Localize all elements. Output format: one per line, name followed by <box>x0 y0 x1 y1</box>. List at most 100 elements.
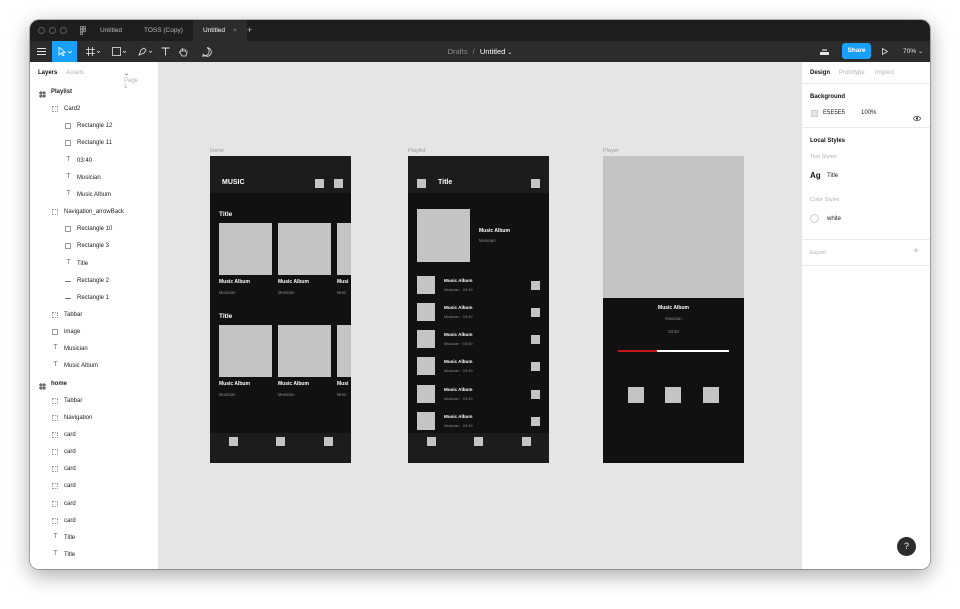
layer-item[interactable]: Navigation <box>30 410 158 427</box>
arrow-back-icon-placeholder[interactable] <box>417 179 426 188</box>
chevron-down-icon[interactable]: ⌄ <box>507 50 512 56</box>
background-swatch[interactable] <box>811 110 818 117</box>
layer-item[interactable]: Rectangle 11 <box>30 135 158 152</box>
layer-item[interactable]: Card2 <box>30 101 158 118</box>
track-more-icon-placeholder[interactable] <box>531 281 540 290</box>
comment-tool-icon[interactable] <box>200 41 214 62</box>
card-image[interactable] <box>337 325 351 377</box>
player-frame[interactable]: Music Album Musician 03:40 <box>603 156 744 463</box>
tab-layers[interactable]: Layers <box>38 70 57 76</box>
maximize-window-icon[interactable] <box>60 27 67 34</box>
tabbar-icon-placeholder[interactable] <box>276 437 285 446</box>
minimize-window-icon[interactable] <box>49 27 56 34</box>
background-opacity[interactable]: 100% <box>861 110 876 116</box>
tabbar-icon-placeholder[interactable] <box>474 437 483 446</box>
tab-inspect[interactable]: Inspect <box>875 70 894 76</box>
pen-tool-button[interactable] <box>133 41 157 62</box>
share-button[interactable]: Share <box>842 43 871 59</box>
menu-icon-placeholder[interactable] <box>334 179 343 188</box>
text-tool-button[interactable] <box>158 41 172 62</box>
home-frame-label[interactable]: home <box>210 148 224 154</box>
search-icon-placeholder[interactable] <box>315 179 324 188</box>
tabbar-icon-placeholder[interactable] <box>229 437 238 446</box>
present-play-icon[interactable] <box>878 41 892 62</box>
card-image[interactable] <box>219 325 272 377</box>
layer-item[interactable]: Tabbar <box>30 307 158 324</box>
multiplayer-icon[interactable] <box>817 41 831 62</box>
layer-item[interactable]: Navigation_arrowBack <box>30 204 158 221</box>
track-more-icon-placeholder[interactable] <box>531 308 540 317</box>
card-image[interactable] <box>278 325 331 377</box>
main-menu-icon[interactable] <box>34 41 48 62</box>
layer-item[interactable]: T Title <box>30 256 158 273</box>
layer-item[interactable]: T Musician <box>30 341 158 358</box>
layer-item[interactable]: T Title <box>30 547 158 564</box>
drafts-link[interactable]: Drafts <box>448 47 468 56</box>
layer-item[interactable]: Rectangle 1 <box>30 290 158 307</box>
zoom-dropdown[interactable]: 70% ⌄ <box>900 41 926 62</box>
tabbar-icon-placeholder[interactable] <box>522 437 531 446</box>
page-selector[interactable]: Page 1 ⌄ <box>124 70 138 90</box>
layer-item[interactable]: Tabbar <box>30 393 158 410</box>
layer-item[interactable]: home <box>30 376 158 393</box>
layer-item[interactable]: Rectangle 10 <box>30 221 158 238</box>
player-frame-label[interactable]: Player <box>603 148 619 154</box>
move-tool-button[interactable] <box>52 41 77 62</box>
playlist-frame-label[interactable]: Playlist <box>408 148 425 154</box>
more-icon-placeholder[interactable] <box>531 179 540 188</box>
rectangle-tool-button[interactable] <box>107 41 131 62</box>
close-window-icon[interactable] <box>38 27 45 34</box>
layer-item[interactable]: Rectangle 2 <box>30 273 158 290</box>
layer-item[interactable]: Rectangle 3 <box>30 238 158 255</box>
layer-item[interactable]: card <box>30 478 158 495</box>
layer-item[interactable]: card <box>30 496 158 513</box>
help-button[interactable]: ? <box>897 537 916 556</box>
tab-prototype[interactable]: Prototype <box>839 70 865 76</box>
layer-item[interactable]: T Music Album <box>30 187 158 204</box>
layer-item[interactable]: card <box>30 461 158 478</box>
layer-item[interactable]: Rectangle 12 <box>30 118 158 135</box>
layer-item[interactable]: card <box>30 444 158 461</box>
track-more-icon-placeholder[interactable] <box>531 362 540 371</box>
eye-icon[interactable] <box>912 109 922 127</box>
tab-toss-copy[interactable]: TOSS (Copy) <box>134 20 193 41</box>
tabbar-icon-placeholder[interactable] <box>427 437 436 446</box>
frame-tool-button[interactable] <box>81 41 105 62</box>
track-more-icon-placeholder[interactable] <box>531 335 540 344</box>
card-image[interactable] <box>337 223 351 275</box>
layer-item[interactable]: card <box>30 513 158 530</box>
color-style-white[interactable]: white <box>827 216 841 222</box>
previous-button-placeholder[interactable] <box>628 387 644 403</box>
layer-item[interactable]: T 03:40 <box>30 153 158 170</box>
tab-untitled-1[interactable]: Untitled <box>90 20 132 41</box>
tabbar-icon-placeholder[interactable] <box>324 437 333 446</box>
card-image[interactable] <box>219 223 272 275</box>
group-icon <box>52 432 58 438</box>
document-title[interactable]: Untitled <box>480 47 505 56</box>
play-button-placeholder[interactable] <box>665 387 681 403</box>
new-tab-button[interactable]: + <box>237 20 262 41</box>
next-button-placeholder[interactable] <box>703 387 719 403</box>
layer-item[interactable]: card <box>30 427 158 444</box>
white-swatch[interactable] <box>810 214 819 223</box>
layer-label: card <box>64 432 76 438</box>
track-more-icon-placeholder[interactable] <box>531 390 540 399</box>
layer-item[interactable]: image <box>30 324 158 341</box>
layer-item[interactable]: T Musician <box>30 170 158 187</box>
hand-tool-icon[interactable] <box>176 41 190 62</box>
track-more-icon-placeholder[interactable] <box>531 417 540 426</box>
figma-home-icon[interactable] <box>76 20 90 41</box>
playlist-frame[interactable]: Title Music Album Musician Music Album Mu… <box>408 156 549 463</box>
progress-fill[interactable] <box>618 350 657 352</box>
layer-item[interactable]: T Title <box>30 530 158 547</box>
home-frame[interactable]: MUSIC Title Music Album Music Album Musi… <box>210 156 351 463</box>
card-image[interactable] <box>278 223 331 275</box>
layer-item[interactable]: T Music Album <box>30 358 158 375</box>
layer-label: card <box>64 483 76 490</box>
background-hex[interactable]: E5E5E5 <box>823 110 845 116</box>
layer-item[interactable]: Playlist <box>30 84 158 101</box>
text-style-title[interactable]: Title <box>827 173 838 179</box>
tab-design[interactable]: Design <box>810 70 830 76</box>
add-export-button[interactable]: + <box>913 246 919 257</box>
tab-assets[interactable]: Assets <box>66 70 84 76</box>
